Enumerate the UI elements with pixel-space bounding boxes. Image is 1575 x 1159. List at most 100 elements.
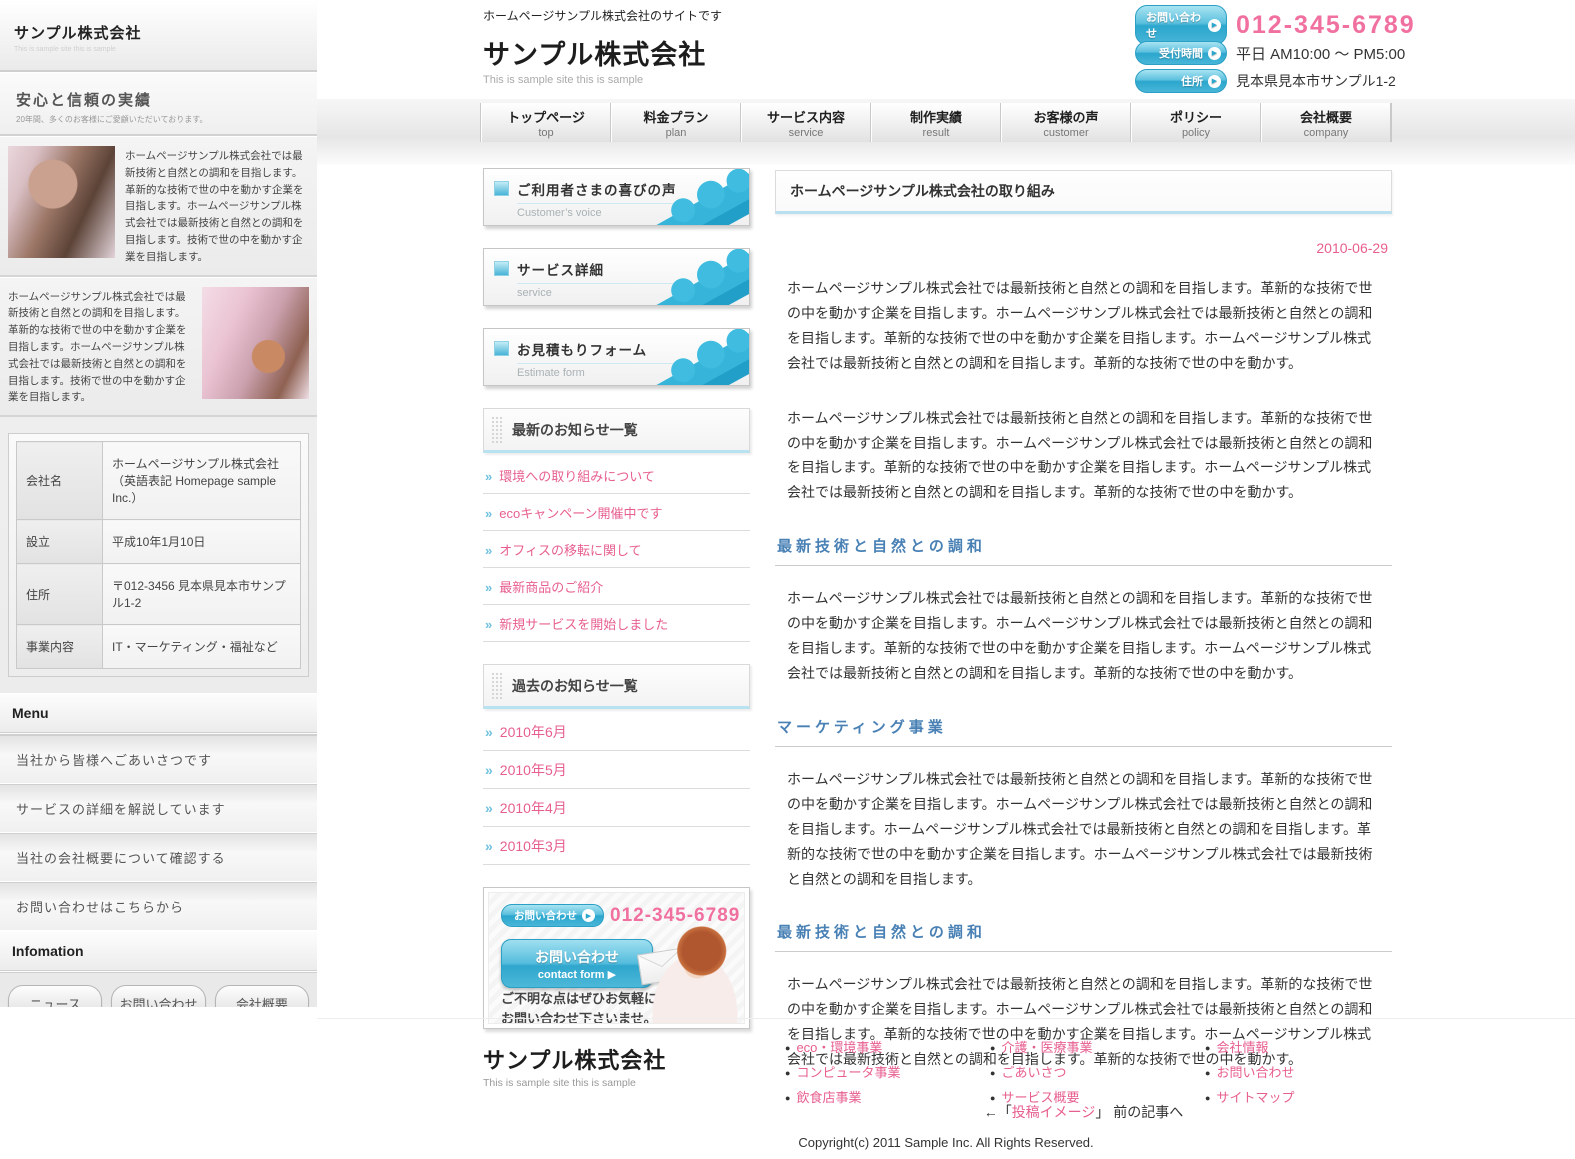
archive-link[interactable]: 2010年5月 — [500, 762, 567, 778]
footer-logo-subtitle: This is sample site this is sample — [483, 1077, 666, 1089]
footer-logo-title: サンプル株式会社 — [483, 1043, 666, 1075]
hours-pill-button[interactable]: 受付時間▶ — [1135, 41, 1227, 65]
estimate-form-banner[interactable]: お見積もりフォーム Estimate form — [483, 328, 750, 386]
company-button[interactable]: 会社概要 — [215, 985, 309, 1007]
footer-link[interactable]: ごあいさつ — [1001, 1065, 1066, 1080]
square-icon — [494, 261, 509, 276]
customer-voice-banner[interactable]: ご利用者さまの喜びの声 Customer’s voice — [483, 168, 750, 226]
business-value: IT・マーケティング・福祉など — [103, 625, 301, 669]
sidebar-item-service-detail[interactable]: サービスの詳細を解説しています — [0, 784, 317, 833]
sidebar-item-company-profile[interactable]: 当社の会社概要について確認する — [0, 833, 317, 882]
nav-tab-company[interactable]: 会社概要 company — [1261, 103, 1391, 142]
list-item: ●ごあいさつ — [990, 1062, 1092, 1081]
bullet-icon: ● — [1205, 1068, 1210, 1078]
table-row: 設立 平成10年1月10日 — [17, 520, 301, 564]
footer-link[interactable]: 介護・医療事業 — [1001, 1040, 1092, 1055]
arrow-right-icon: ▶ — [582, 909, 595, 922]
double-arrow-icon: » — [485, 580, 492, 595]
sidebar-item-contact[interactable]: お問い合わせはこちらから — [0, 882, 317, 931]
news-link[interactable]: ecoキャンペーン開催中です — [499, 506, 662, 521]
footer-link[interactable]: サイトマップ — [1216, 1090, 1294, 1105]
footer-links-column-2: ●介護・医療事業 ●ごあいさつ ● サービス概要 — [990, 1037, 1092, 1112]
bullet-icon: ● — [785, 1068, 790, 1078]
arrow-right-icon: ▶ — [1208, 75, 1221, 88]
archive-link[interactable]: 2010年6月 — [500, 724, 567, 740]
article-paragraph: ホームページサンプル株式会社では最新技術と自然との調和を目指します。革新的な技術… — [775, 406, 1392, 506]
nav-tab-service[interactable]: サービス内容 service — [741, 103, 871, 142]
news-link[interactable]: 環境への取り組みについて — [499, 469, 655, 484]
list-item: » ecoキャンペーン開催中です — [483, 494, 750, 531]
bullet-icon: ● — [785, 1093, 790, 1103]
list-item: » オフィスの移転に関して — [483, 531, 750, 568]
arrow-right-icon: ▶ — [608, 969, 616, 981]
list-item: ● 会社情報 — [1205, 1037, 1294, 1056]
site-note: ホームページサンプル株式会社のサイトです — [483, 7, 722, 24]
section-heading: 最新技術と自然との調和 — [775, 535, 1392, 566]
list-item: »環境への取り組みについて — [483, 457, 750, 494]
list-item: »2010年5月 — [483, 751, 750, 789]
footer-link[interactable]: お問い合わせ — [1216, 1065, 1294, 1080]
news-link[interactable]: 新規サービスを開始しました — [499, 617, 668, 632]
list-item: ●eco・環境事業 — [785, 1037, 900, 1056]
double-arrow-icon: » — [485, 543, 492, 558]
latest-news-list: »環境への取り組みについて »ecoキャンペーン開催中です »オフィスの移転に関… — [483, 457, 750, 642]
footer-link[interactable]: コンピュータ事業 — [796, 1065, 900, 1080]
footer-link[interactable]: eco・環境事業 — [796, 1040, 882, 1055]
footer-logo: サンプル株式会社 This is sample site this is sam… — [483, 1043, 666, 1089]
news-link[interactable]: オフィスの移転に関して — [499, 543, 641, 558]
latest-news-heading: 最新のお知らせ一覧 — [483, 408, 750, 453]
site-logo-title: サンプル株式会社 — [483, 33, 706, 72]
sidebar-tagline: 安心と信頼の実績 20年間、多くのお客様にご愛顧いただいております。 — [0, 72, 317, 136]
footer-link[interactable]: サービス概要 — [1001, 1090, 1079, 1105]
bullet-icon: ● — [990, 1093, 995, 1103]
contact-pill-button[interactable]: お問い合わせ▶ — [1135, 5, 1227, 45]
footer-link[interactable]: 飲食店事業 — [796, 1090, 861, 1105]
list-item: ●介護・医療事業 — [990, 1037, 1092, 1056]
sidebar-intro-text: ホームページサンプル株式会社では最新技術と自然との調和を目指します。革新的な技術… — [125, 146, 309, 266]
arrow-right-icon: ▶ — [1208, 19, 1221, 32]
phone-number: 012-345-6789 — [1236, 11, 1416, 40]
footer-links-column-1: ●eco・環境事業 ● コンピュータ事業 ● 飲食店事業 — [785, 1037, 900, 1112]
news-link[interactable]: 最新商品のご紹介 — [499, 580, 603, 595]
past-news-heading: 過去のお知らせ一覧 — [483, 664, 750, 709]
sidebar-intro-text: ホームページサンプル株式会社では最新技術と自然との調和を目指します。革新的な技術… — [8, 287, 192, 407]
header-contact: お問い合わせ▶ 012-345-6789 受付時間▶ 平日 AM10:00 ～ … — [1135, 13, 1575, 97]
nav-tab-result[interactable]: 制作実績 result — [871, 103, 1001, 142]
list-item: » 最新商品のご紹介 — [483, 568, 750, 605]
bullet-icon: ● — [1205, 1043, 1210, 1053]
archive-link[interactable]: 2010年4月 — [500, 800, 567, 816]
service-detail-banner[interactable]: サービス詳細 service — [483, 248, 750, 306]
sidebar-item-greeting[interactable]: 当社から皆様へごあいさつです — [0, 735, 317, 784]
footer: サンプル株式会社 This is sample site this is sam… — [317, 1018, 1575, 1159]
company-address: 見本県見本市サンプル1-2 — [1236, 71, 1396, 91]
footer-link[interactable]: 会社情報 — [1216, 1040, 1268, 1055]
article-paragraph: ホームページサンプル株式会社では最新技術と自然との調和を目指します。革新的な技術… — [775, 767, 1392, 892]
address-label: 住所 — [17, 564, 103, 625]
contact-phone-row: お問い合わせ▶ 012-345-6789 — [1135, 13, 1575, 37]
contact-banner-inner: お問い合わせ▶ 012-345-6789 お問い合わせ contact form… — [488, 892, 745, 1024]
address-pill-button[interactable]: 住所▶ — [1135, 69, 1227, 93]
section-heading: 最新技術と自然との調和 — [775, 921, 1392, 952]
double-arrow-icon: » — [485, 506, 492, 521]
square-icon — [494, 181, 509, 196]
table-row: 会社名 ホームページサンプル株式会社 （英語表記 Homepage sample… — [17, 442, 301, 520]
footer-copyright: Copyright(c) 2011 Sample Inc. All Rights… — [317, 1135, 1575, 1150]
square-icon — [494, 341, 509, 356]
quicklinks-column: ご利用者さまの喜びの声 Customer’s voice サービス詳細 serv… — [483, 168, 750, 1029]
list-item: »新規サービスを開始しました — [483, 605, 750, 642]
blossom-photo — [202, 287, 309, 399]
information-buttons: ニュース お問い合わせ 会社概要 — [0, 973, 317, 1007]
site-logo[interactable]: サンプル株式会社 This is sample site this is sam… — [483, 33, 706, 86]
article: ホームページサンプル株式会社の取り組み 2010-06-29 ホームページサンプ… — [775, 170, 1392, 1122]
archive-link[interactable]: 2010年3月 — [500, 838, 567, 854]
nav-tab-customer[interactable]: お客様の声 customer — [1001, 103, 1131, 142]
nav-tab-top[interactable]: トップページ top — [481, 103, 611, 142]
news-button[interactable]: ニュース — [8, 985, 102, 1007]
sidebar-logo: サンプル株式会社 This is sample site this is sam… — [0, 0, 317, 72]
business-hours: 平日 AM10:00 ～ PM5:00 — [1236, 43, 1405, 64]
nav-tab-policy[interactable]: ポリシー policy — [1131, 103, 1261, 142]
contact-button[interactable]: お問い合わせ — [111, 985, 205, 1007]
nav-tab-plan[interactable]: 料金プラン plan — [611, 103, 741, 142]
contact-pill-button[interactable]: お問い合わせ▶ — [501, 904, 604, 927]
company-name-label: 会社名 — [17, 442, 103, 520]
